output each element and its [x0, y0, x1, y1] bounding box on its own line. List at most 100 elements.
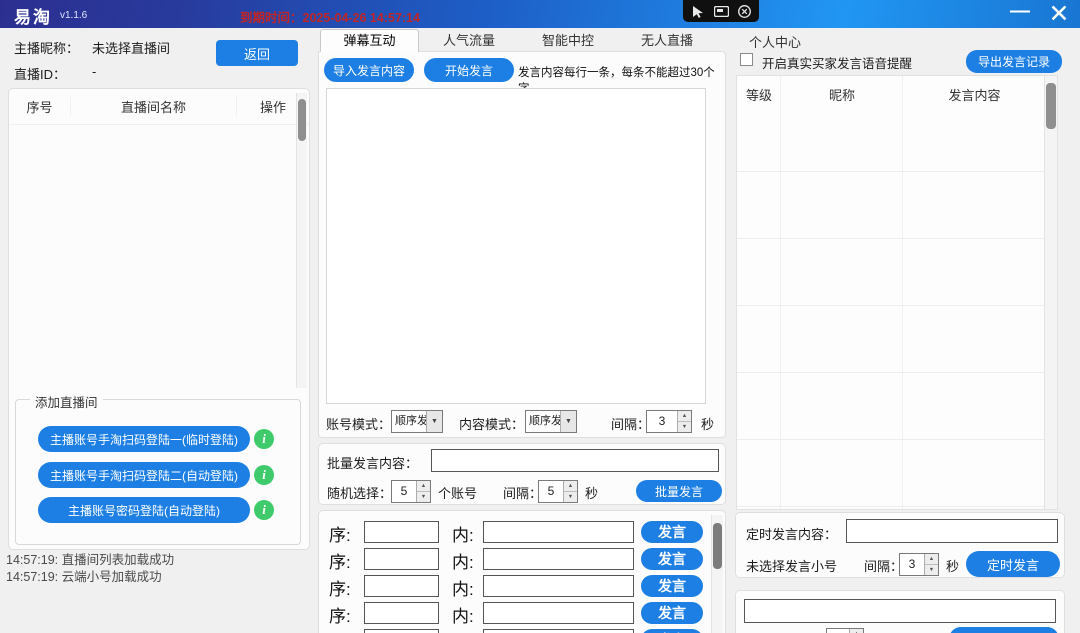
tab-smart-control[interactable]: 智能中控 [519, 30, 617, 51]
tab-unmanned[interactable]: 无人直播 [618, 30, 716, 51]
room-list-scrollbar[interactable] [296, 93, 307, 388]
close-button[interactable]: ✕ [1038, 0, 1080, 28]
chevron-down-icon[interactable]: ▼ [426, 411, 442, 432]
add-room-group: 添加直播间 主播账号手淘扫码登陆一(临时登陆) i 主播账号手淘扫码登陆二(自动… [15, 399, 301, 545]
batch-content-input[interactable] [431, 449, 719, 472]
pointer-icon[interactable] [692, 5, 705, 18]
back-button[interactable]: 返回 [216, 40, 298, 66]
seq-label: 序: [329, 521, 351, 546]
records-scrollbar[interactable] [1044, 76, 1057, 509]
spinner-down-icon[interactable]: ▼ [678, 422, 691, 432]
content-mode-value: 顺序发 [526, 411, 560, 432]
tab-personal-center[interactable]: 个人中心 [740, 32, 810, 53]
account-mode-value: 顺序发 [392, 411, 426, 432]
quick-content-input[interactable] [483, 602, 634, 624]
start-speaking-button[interactable]: 开始发言 [424, 58, 514, 82]
quick-content-input[interactable] [483, 548, 634, 570]
quick-send-scrollbar[interactable] [711, 515, 723, 633]
level-column [737, 76, 781, 509]
login-qr-temp-button[interactable]: 主播账号手淘扫码登陆一(临时登陆) [38, 426, 250, 452]
quick-content-input[interactable] [483, 629, 634, 633]
no-account-text: 未选择发言小号 [746, 556, 837, 575]
content-label: 内: [452, 521, 474, 546]
spinner-up-icon[interactable]: ▲ [564, 481, 577, 492]
close-session-icon[interactable] [738, 5, 751, 18]
spinner-up-icon[interactable]: ▲ [925, 554, 938, 565]
send-button[interactable]: 发言 [641, 629, 703, 633]
table-row-divider [737, 506, 1044, 507]
speech-content-textarea[interactable] [326, 88, 706, 404]
table-row-divider [737, 238, 1044, 239]
room-id-label: 直播ID： [14, 64, 66, 83]
timed-interval-spinner[interactable]: 3 ▲▼ [899, 553, 939, 576]
export-records-button[interactable]: 导出发言记录 [966, 50, 1062, 73]
tab-traffic[interactable]: 人气流量 [420, 30, 518, 51]
send-button[interactable]: 发言 [641, 521, 703, 543]
table-row-divider [737, 305, 1044, 306]
seq-input[interactable] [364, 575, 439, 597]
content-label: 内: [452, 629, 474, 633]
app-window: 易淘 v1.1.6 到期时间：2025-04-26 14:57:14 — ✕ 主… [0, 0, 1080, 633]
content-label: 内: [452, 575, 474, 600]
table-header-level: 等级 [737, 85, 781, 104]
account-mode-label: 账号模式： [326, 414, 391, 433]
batch-send-button[interactable]: 批量发言 [636, 480, 722, 502]
content-label: 内: [452, 602, 474, 627]
bottom-content-input[interactable] [744, 599, 1056, 623]
room-table-header-seq: 序号 [9, 97, 71, 116]
app-title: 易淘 [14, 3, 52, 28]
info-icon[interactable]: i [254, 500, 274, 520]
account-mode-select[interactable]: 顺序发 ▼ [391, 410, 443, 433]
seq-input[interactable] [364, 629, 439, 633]
account-count-spinner[interactable]: ▲▼ [826, 628, 864, 633]
batch-content-label: 批量发言内容： [327, 453, 418, 472]
interval-label: 间隔： [611, 414, 650, 433]
bottom-action-button[interactable] [949, 627, 1059, 633]
spinner-up-icon[interactable]: ▲ [850, 629, 863, 633]
table-row-divider [737, 372, 1044, 373]
info-icon[interactable]: i [254, 465, 274, 485]
spinner-down-icon[interactable]: ▼ [417, 492, 430, 502]
add-room-title: 添加直播间 [30, 392, 103, 411]
import-content-button[interactable]: 导入发言内容 [324, 58, 414, 82]
quick-send-row: 序: 内: 发言 [319, 602, 725, 624]
timed-interval-value: 3 [900, 554, 924, 575]
room-list-scrollbar-thumb[interactable] [298, 99, 306, 141]
timed-send-button[interactable]: 定时发言 [966, 551, 1060, 577]
content-label: 内: [452, 548, 474, 573]
chevron-down-icon[interactable]: ▼ [560, 411, 576, 432]
spinner-up-icon[interactable]: ▲ [678, 411, 691, 422]
records-scrollbar-thumb[interactable] [1046, 83, 1056, 129]
seq-input[interactable] [364, 521, 439, 543]
spinner-down-icon[interactable]: ▼ [564, 492, 577, 502]
timed-content-input[interactable] [846, 519, 1058, 543]
minimize-button[interactable]: — [1000, 0, 1040, 28]
quick-send-row: 序: 内: 发言 [319, 521, 725, 543]
timed-interval-label: 间隔： [864, 556, 903, 575]
voice-reminder-checkbox[interactable] [740, 53, 753, 66]
tab-danmu[interactable]: 弹幕互动 [320, 29, 419, 52]
spinner-up-icon[interactable]: ▲ [417, 481, 430, 492]
info-icon[interactable]: i [254, 429, 274, 449]
room-table-header: 序号 直播间名称 操作 [9, 89, 309, 125]
login-password-button[interactable]: 主播账号密码登陆(自动登陆) [38, 497, 250, 523]
quick-content-input[interactable] [483, 521, 634, 543]
room-table-header-name: 直播间名称 [71, 97, 237, 116]
screen-share-icon[interactable] [714, 6, 729, 17]
send-button[interactable]: 发言 [641, 575, 703, 597]
login-qr-auto-button[interactable]: 主播账号手淘扫码登陆二(自动登陆) [38, 462, 250, 488]
quick-send-scrollbar-thumb[interactable] [713, 523, 722, 569]
random-count-spinner[interactable]: 5 ▲▼ [391, 480, 431, 503]
send-button[interactable]: 发言 [641, 548, 703, 570]
quick-send-row: 序: 内: 发言 [319, 548, 725, 570]
seq-input[interactable] [364, 548, 439, 570]
seq-label: 序: [329, 575, 351, 600]
batch-interval-spinner[interactable]: 5 ▲▼ [538, 480, 578, 503]
interval-spinner[interactable]: 3 ▲▼ [646, 410, 692, 433]
danmu-panel: 导入发言内容 开始发言 发言内容每行一条，每条不能超过30个字 账号模式： 顺序… [318, 51, 726, 438]
seq-input[interactable] [364, 602, 439, 624]
send-button[interactable]: 发言 [641, 602, 703, 624]
spinner-down-icon[interactable]: ▼ [925, 565, 938, 575]
content-mode-select[interactable]: 顺序发 ▼ [525, 410, 577, 433]
quick-content-input[interactable] [483, 575, 634, 597]
